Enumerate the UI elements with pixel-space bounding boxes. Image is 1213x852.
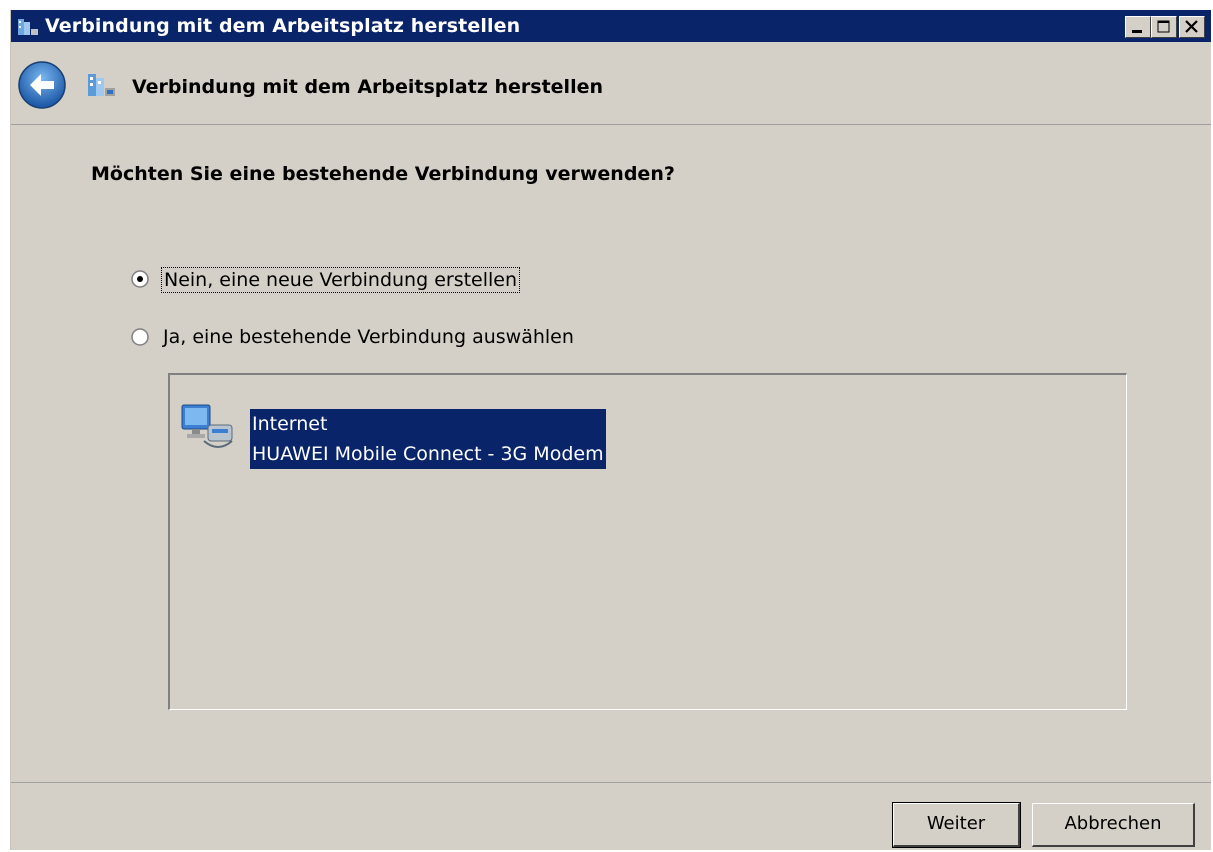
workplace-icon — [88, 74, 115, 96]
minimize-icon — [1132, 30, 1142, 33]
close-button[interactable] — [1179, 16, 1205, 38]
workplace-icon — [18, 19, 38, 35]
footer-divider — [11, 782, 1211, 783]
radio-button-checked[interactable] — [131, 270, 149, 288]
radio-button-unchecked[interactable] — [131, 328, 149, 346]
cancel-button[interactable]: Abbrechen — [1032, 803, 1195, 847]
connection-name: Internet — [252, 413, 328, 435]
close-icon — [1185, 20, 1198, 33]
radio-label-new[interactable]: Nein, eine neue Verbindung erstellen — [161, 267, 521, 293]
maximize-button[interactable] — [1151, 16, 1177, 38]
connection-list[interactable]: Internet HUAWEI Mobile Connect - 3G Mode… — [168, 373, 1127, 710]
connection-label: Internet HUAWEI Mobile Connect - 3G Mode… — [250, 409, 606, 469]
header-divider — [11, 124, 1211, 125]
title-bar[interactable]: Verbindung mit dem Arbeitsplatz herstell… — [11, 10, 1211, 42]
window-title: Verbindung mit dem Arbeitsplatz herstell… — [45, 15, 521, 37]
network-connection-icon — [181, 404, 233, 448]
maximize-icon — [1157, 20, 1170, 33]
question-heading: Möchten Sie eine bestehende Verbindung v… — [91, 163, 675, 185]
minimize-button[interactable] — [1125, 16, 1151, 38]
wizard-title: Verbindung mit dem Arbeitsplatz herstell… — [132, 76, 603, 98]
wizard-window: Verbindung mit dem Arbeitsplatz herstell… — [10, 10, 1211, 850]
next-button[interactable]: Weiter — [892, 802, 1021, 848]
connection-device: HUAWEI Mobile Connect - 3G Modem — [252, 443, 604, 465]
back-arrow-icon[interactable] — [17, 60, 67, 110]
wizard-header: Verbindung mit dem Arbeitsplatz herstell… — [11, 42, 1211, 124]
radio-label-existing[interactable]: Ja, eine bestehende Verbindung auswählen — [161, 325, 576, 349]
